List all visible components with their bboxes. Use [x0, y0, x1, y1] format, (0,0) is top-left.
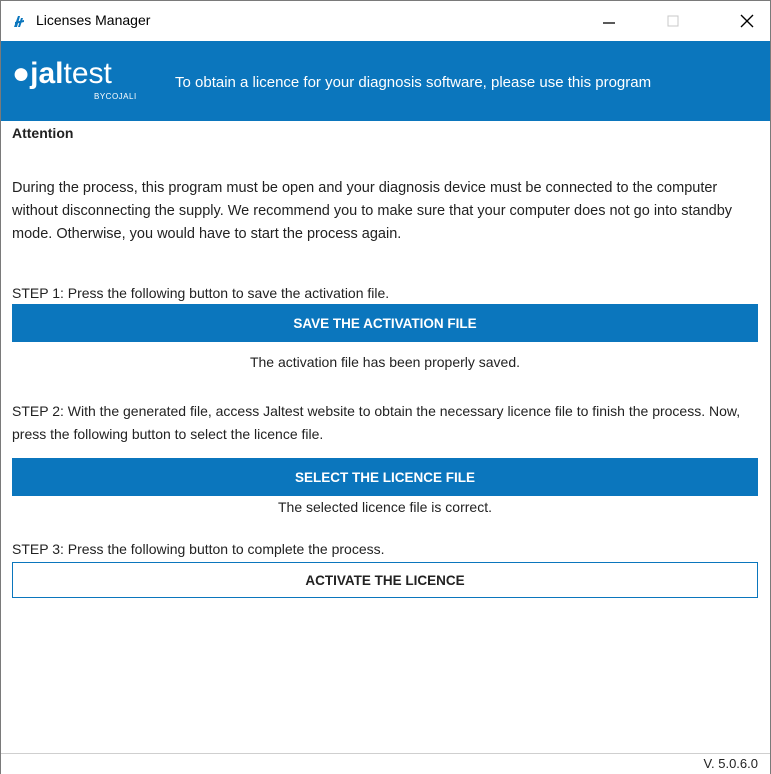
minimize-button[interactable] [586, 1, 632, 41]
version-label: V. 5.0.6.0 [703, 756, 758, 771]
header-banner: ●jaltest BYCOJALI To obtain a licence fo… [1, 41, 770, 121]
step1-status-message: The activation file has been properly sa… [249, 354, 521, 370]
licenses-manager-window: Licenses Manager ●jaltest BYCOJALI To ob… [0, 0, 771, 774]
close-icon [740, 14, 754, 28]
title-bar[interactable]: Licenses Manager [1, 1, 770, 41]
status-bar: V. 5.0.6.0 [1, 753, 770, 774]
app-icon [12, 14, 26, 28]
select-licence-file-button[interactable]: SELECT THE LICENCE FILE [12, 458, 758, 496]
maximize-icon [667, 15, 679, 27]
window-title: Licenses Manager [36, 12, 151, 28]
step2-instruction: STEP 2: With the generated file, access … [12, 403, 741, 442]
logo-subtext: BYCOJALI [94, 92, 137, 101]
step1-instruction: STEP 1: Press the following button to sa… [12, 285, 390, 301]
save-activation-file-button[interactable]: SAVE THE ACTIVATION FILE [12, 304, 758, 342]
attention-text: During the process, this program must be… [12, 180, 733, 242]
logo-text-bold: jal [30, 57, 64, 90]
step2-status-message: The selected licence file is correct. [278, 499, 492, 515]
close-button[interactable] [724, 1, 770, 41]
logo-text-light: test [63, 57, 112, 90]
maximize-button[interactable] [650, 1, 696, 41]
minimize-icon [603, 22, 615, 24]
header-tagline: To obtain a licence for your diagnosis s… [175, 74, 652, 91]
jaltest-logo: ●jaltest BYCOJALI [12, 57, 137, 101]
attention-title: Attention [12, 125, 74, 141]
step3-instruction: STEP 3: Press the following button to co… [12, 541, 385, 557]
activate-licence-button[interactable]: ACTIVATE THE LICENCE [12, 562, 758, 598]
